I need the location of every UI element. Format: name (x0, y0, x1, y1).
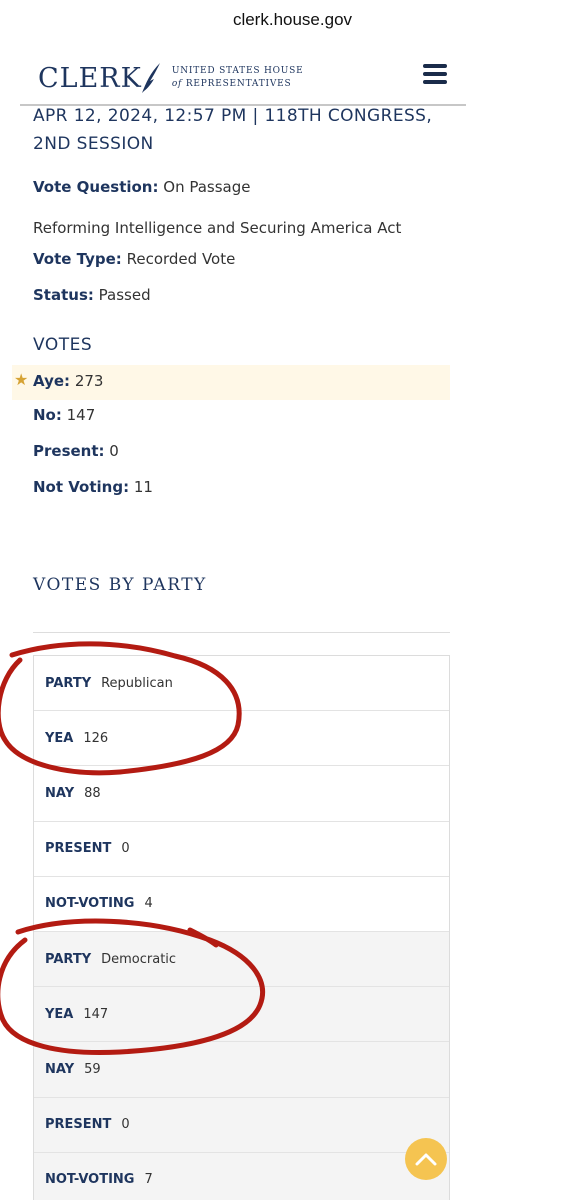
divider (33, 632, 450, 633)
table-row: YEA 147 (34, 987, 449, 1043)
not-voting-label: NOT-VOTING (45, 1172, 135, 1188)
clerk-logo[interactable]: CLERK UNITED STATES HOUSE of REPRESENTAT… (38, 60, 304, 96)
nay-label: NAY (45, 1061, 75, 1077)
logo-line2: REPRESENTATIVES (185, 79, 292, 89)
aye-row: ★ Aye: 273 (12, 365, 450, 400)
not-voting-value: 7 (144, 1172, 153, 1188)
present-value: 0 (121, 841, 130, 857)
not-voting-label: Not Voting: (33, 478, 130, 496)
hamburger-icon[interactable] (423, 64, 447, 86)
party-label: PARTY (45, 675, 92, 691)
present-value: 0 (109, 442, 119, 460)
party-name: Democratic (101, 951, 177, 967)
present-row: Present: 0 (33, 442, 119, 460)
not-voting-label: NOT-VOTING (45, 896, 135, 912)
nay-value: 88 (84, 785, 101, 801)
table-row: NOT-VOTING 7 (34, 1152, 449, 1200)
yea-label: YEA (45, 730, 74, 746)
site-header: CLERK UNITED STATES HOUSE of REPRESENTAT… (20, 52, 466, 106)
party-table: PARTY Republican YEA 126 NAY 88 PRESENT 0 NO… (33, 655, 450, 1200)
table-row: PRESENT 0 (34, 822, 449, 877)
logo-word: CLERK (38, 62, 142, 94)
table-row: PARTY Republican (34, 656, 449, 712)
vote-question-value: On Passage (163, 178, 251, 196)
vote-date-session: APR 12, 2024, 12:57 PM | 118TH CONGRESS,… (33, 106, 433, 154)
present-label: PRESENT (45, 1117, 112, 1133)
not-voting-value: 4 (144, 896, 153, 912)
nay-value: 59 (84, 1061, 101, 1077)
not-voting-row: Not Voting: 11 (33, 478, 153, 496)
party-group-republican: PARTY Republican YEA 126 NAY 88 PRESENT 0 NO… (34, 656, 449, 932)
aye-label: Aye: (33, 372, 71, 390)
vote-type: Vote Type: Recorded Vote (33, 250, 235, 268)
no-label: No: (33, 406, 62, 424)
vote-type-label: Vote Type: (33, 250, 122, 268)
browser-url[interactable]: clerk.house.gov (0, 0, 585, 40)
yea-label: YEA (45, 1006, 74, 1022)
vote-status: Status: Passed (33, 286, 151, 304)
table-row: NAY 88 (34, 766, 449, 822)
logo-of: of (171, 79, 183, 89)
no-value: 147 (66, 406, 96, 424)
party-group-democratic: PARTY Democratic YEA 147 NAY 59 PRESENT 0 NO… (34, 931, 449, 1200)
scroll-to-top-button[interactable] (405, 1138, 447, 1180)
quill-icon (141, 63, 160, 93)
vote-question: Vote Question: On Passage (33, 178, 251, 196)
nay-label: NAY (45, 785, 75, 801)
yea-value: 126 (83, 730, 109, 746)
vote-status-value: Passed (98, 286, 151, 304)
table-row: PARTY Democratic (34, 931, 449, 988)
votes-heading: VOTES (33, 335, 93, 355)
votes-by-party-heading: VOTES BY PARTY (33, 575, 207, 595)
present-label: PRESENT (45, 841, 112, 857)
aye-value: 273 (74, 372, 104, 390)
table-row: YEA 126 (34, 711, 449, 767)
bill-title: Reforming Intelligence and Securing Amer… (33, 219, 402, 237)
table-row: NAY 59 (34, 1042, 449, 1098)
vote-type-value: Recorded Vote (126, 250, 236, 268)
no-row: No: 147 (33, 406, 95, 424)
party-label: PARTY (45, 951, 92, 967)
star-icon: ★ (14, 370, 29, 389)
present-label: Present: (33, 442, 105, 460)
table-row: NOT-VOTING 4 (34, 877, 449, 932)
vote-question-label: Vote Question: (33, 178, 159, 196)
present-value: 0 (121, 1117, 130, 1133)
logo-line1: UNITED STATES HOUSE (171, 66, 304, 76)
not-voting-value: 11 (133, 478, 153, 496)
chevron-up-icon (415, 1153, 437, 1166)
party-name: Republican (101, 675, 173, 691)
yea-value: 147 (83, 1006, 109, 1022)
logo-subtitle: UNITED STATES HOUSE of REPRESENTATIVES (172, 65, 304, 91)
table-row: PRESENT 0 (34, 1097, 449, 1153)
vote-status-label: Status: (33, 286, 94, 304)
